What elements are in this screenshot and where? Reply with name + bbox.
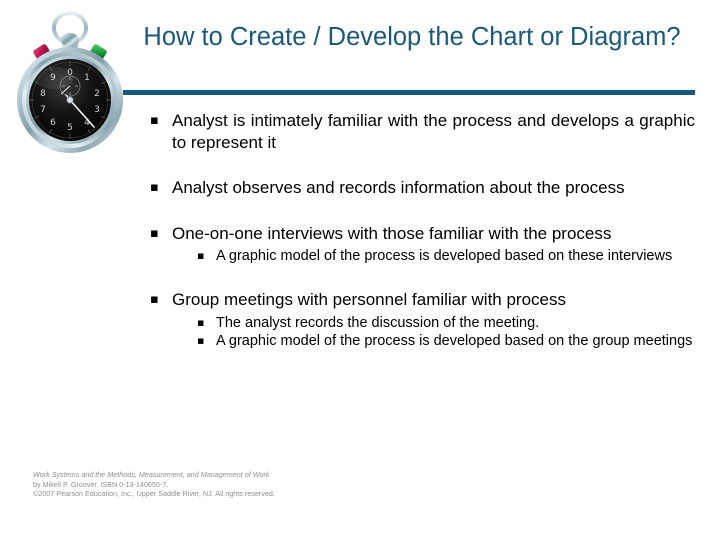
svg-text:8: 8 [40,89,46,99]
bullet-text: Group meetings with personnel familiar w… [172,290,567,309]
svg-text:7: 7 [40,105,46,115]
bullet-item: ▪ Analyst observes and records informati… [150,177,695,199]
sub-bullet-item: ▪ A graphic model of the process is deve… [197,247,695,265]
sub-bullet-text: A graphic model of the process is develo… [216,332,693,349]
bullet-marker-icon: ▪ [150,225,159,241]
svg-text:1: 1 [84,73,90,83]
citation-copyright: ©2007 Pearson Education, Inc., Upper Sad… [33,489,275,499]
svg-text:6: 6 [50,118,56,128]
bullet-marker-icon: ▪ [150,180,159,195]
citation-book-title: Work Systems and the Methods, Measuremen… [33,470,270,479]
bullet-item: ▪ Analyst is intimately familiar with th… [150,110,695,153]
stopwatch-icon: 0 1 2 3 4 5 6 7 8 9 [12,8,128,160]
citation-author-isbn: by Mikell P. Groover. ISBN 0-13-140650-7… [33,479,169,489]
bullet-marker-icon: ▪ [150,113,159,128]
bullet-text: Analyst observes and records information… [172,178,625,197]
slide-canvas: 0 1 2 3 4 5 6 7 8 9 How to Create / Deve… [0,0,720,540]
svg-text:3: 3 [94,105,100,115]
bullet-item: ▪ One-on-one interviews with those famil… [150,223,695,245]
svg-text:2: 2 [94,89,100,99]
slide-title: How to Create / Develop the Chart or Dia… [143,23,681,51]
sub-bullet-marker-icon: ▪ [197,249,205,262]
sub-bullet-item: ▪ A graphic model of the process is deve… [197,332,695,350]
bullet-item: ▪ Group meetings with personnel familiar… [150,289,695,311]
bullet-marker-icon: ▪ [150,292,159,307]
bullet-text: Analyst is intimately familiar with the … [172,111,695,152]
sub-bullet-text: The analyst records the discussion of th… [216,314,540,331]
svg-text:5: 5 [67,123,73,133]
sub-bullet-marker-icon: ▪ [197,333,205,347]
sub-bullet-marker-icon: ▪ [197,315,205,329]
sub-bullet-item: ▪ The analyst records the discussion of … [197,314,695,332]
bullet-text: One-on-one interviews with those familia… [172,223,612,243]
title-divider-rule [123,90,695,95]
slide-body: ▪ Analyst is intimately familiar with th… [150,110,695,350]
citation-footer: Work Systems and the Methods, Measuremen… [33,470,453,499]
sub-bullet-text: A graphic model of the process is develo… [216,248,673,264]
